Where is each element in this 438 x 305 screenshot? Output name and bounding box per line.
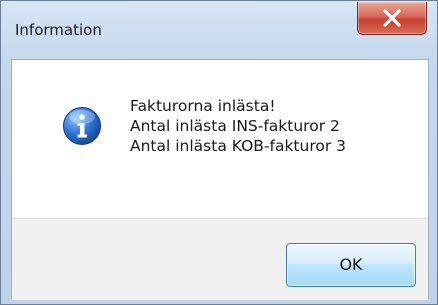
close-button[interactable] (357, 2, 427, 35)
button-bar: OK (12, 218, 428, 300)
title-bar[interactable]: Information (1, 1, 437, 59)
dialog-window: Information Fakturorna inlästa! Antal in… (0, 0, 438, 305)
ok-button[interactable]: OK (286, 243, 416, 287)
dialog-body: Fakturorna inlästa! Antal inlästa INS-fa… (11, 59, 429, 300)
message-line-3: Antal inlästa KOB-fakturor 3 (130, 137, 347, 155)
window-title: Information (15, 21, 102, 39)
message-line-1: Fakturorna inlästa! (130, 97, 276, 115)
message-area: Fakturorna inlästa! Antal inlästa INS-fa… (12, 60, 428, 218)
message-line-2: Antal inlästa INS-fakturor 2 (130, 117, 340, 135)
message-text: Fakturorna inlästa! Antal inlästa INS-fa… (130, 96, 346, 156)
close-icon (383, 9, 401, 27)
info-icon (63, 107, 101, 145)
